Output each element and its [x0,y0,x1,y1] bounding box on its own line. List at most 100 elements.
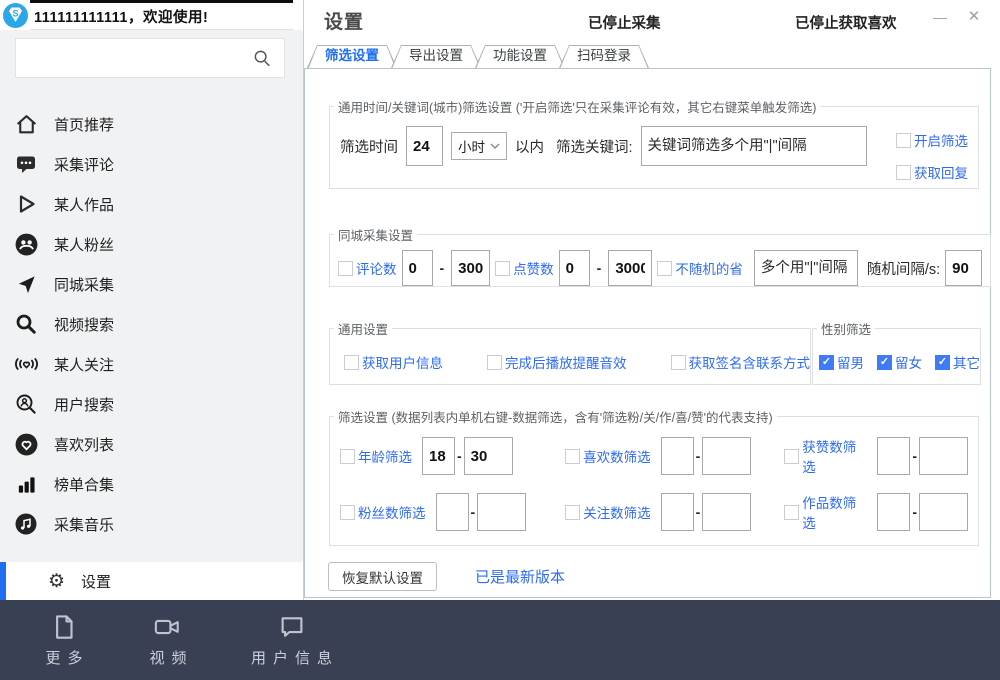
like-min-input[interactable] [559,250,590,286]
enable-filter-checkbox[interactable]: 开启筛选 [896,130,968,150]
follow-broadcast-icon [12,351,40,377]
sidebar: S 111111111111，欢迎使用! 首页推荐 采集评论 [0,0,304,600]
checkbox-box[interactable] [338,261,353,276]
tab-function-settings[interactable]: 功能设置 [475,45,565,68]
comment-count-checkbox[interactable]: 评论数 [338,258,397,278]
get-user-info-checkbox[interactable]: 获取用户信息 [344,352,443,372]
sidebar-item-fans[interactable]: 某人粉丝 [0,224,303,264]
like-count-max-input[interactable] [702,437,751,475]
keep-other-checkbox[interactable]: 其它 [935,352,980,372]
age-max-input[interactable] [464,437,513,475]
sidebar-menu: 首页推荐 采集评论 某人作品 某人粉丝 同城采集 [0,104,303,544]
search-icon[interactable] [252,48,272,68]
praise-filter-checkbox[interactable] [784,449,799,464]
checkbox-box[interactable] [935,355,950,370]
sidebar-item-comments[interactable]: 采集评论 [0,144,303,184]
follow-max-input[interactable] [702,493,751,531]
version-status-link[interactable]: 已是最新版本 [475,566,565,587]
settings-tabs: 筛选设置 导出设置 功能设置 扫码登录 [307,45,643,68]
tab-filter-settings[interactable]: 筛选设置 [307,45,397,68]
home-icon [12,111,40,137]
checkbox-box[interactable] [344,355,359,370]
sidebar-search[interactable] [15,38,285,78]
follow-min-input[interactable] [661,493,694,531]
group-legend: 通用设置 [334,319,392,338]
fixed-province-checkbox[interactable]: 不随机的省 [657,258,743,278]
like-count-checkbox[interactable]: 点赞数 [495,258,554,278]
keep-female-checkbox[interactable]: 留女 [877,352,922,372]
age-min-input[interactable] [422,437,455,475]
comment-icon [12,151,40,177]
fans-count-filter-range: 粉丝数筛选 - [340,493,565,531]
sidebar-item-city[interactable]: 同城采集 [0,264,303,304]
restore-defaults-button[interactable]: 恢复默认设置 [328,562,437,591]
location-arrow-icon [12,271,40,297]
get-replies-checkbox[interactable]: 获取回复 [896,162,968,182]
checkbox-box[interactable] [671,355,686,370]
sidebar-item-home[interactable]: 首页推荐 [0,104,303,144]
checkbox-box[interactable] [657,261,672,276]
like-count-min-input[interactable] [661,437,694,475]
sidebar-item-rankings[interactable]: 榜单合集 [0,464,303,504]
sidebar-item-video-search[interactable]: 视频搜索 [0,304,303,344]
fans-max-input[interactable] [477,493,526,531]
footer-item-video[interactable]: 视频 [140,612,196,668]
praise-max-input[interactable] [919,437,968,475]
comment-min-input[interactable] [402,250,433,286]
footer-item-user-info[interactable]: 用户信息 [244,612,339,668]
comment-max-input[interactable] [451,250,490,286]
time-unit-select[interactable]: 小时 [451,132,507,160]
status-likes: 已停止获取喜欢 [795,12,897,33]
age-filter-checkbox[interactable] [340,449,355,464]
checkbox-box[interactable] [487,355,502,370]
chart-icon [12,471,40,497]
sidebar-item-follows[interactable]: 某人关注 [0,344,303,384]
sidebar-item-works[interactable]: 某人作品 [0,184,303,224]
fans-icon [12,231,40,257]
checkbox-box[interactable] [877,355,892,370]
filter-time-input[interactable] [406,126,443,166]
group-legend: 同城采集设置 [334,225,417,244]
minimize-button[interactable]: — [928,6,952,28]
works-max-input[interactable] [919,493,968,531]
file-icon [49,612,79,642]
sidebar-item-settings[interactable]: ⚙ 设置 [0,562,303,600]
like-count-filter-checkbox[interactable] [565,449,580,464]
play-icon [12,191,40,217]
sidebar-item-likes-list[interactable]: 喜欢列表 [0,424,303,464]
province-input[interactable] [754,250,858,286]
keep-male-checkbox[interactable]: 留男 [819,352,864,372]
checkbox-box[interactable] [896,165,911,180]
interval-input[interactable] [945,250,982,286]
like-max-input[interactable] [608,250,652,286]
range-filter-group: 筛选设置 (数据列表内单机右键-数据筛选，含有'筛选粉/关/作/喜/赞'的代表支… [329,407,979,546]
tab-qr-login[interactable]: 扫码登录 [559,45,649,68]
follow-count-filter-range: 关注数筛选 - [565,493,784,531]
checkbox-box[interactable] [896,133,911,148]
video-search-icon [12,311,40,337]
sidebar-item-user-search[interactable]: 用户搜索 [0,384,303,424]
close-button[interactable]: ✕ [962,6,986,28]
search-input[interactable] [16,39,252,77]
signature-contact-checkbox[interactable]: 获取签名含联系方式 [671,352,811,372]
checkbox-box[interactable] [495,261,510,276]
keyword-input[interactable] [641,126,867,166]
checkbox-box[interactable] [819,355,834,370]
tab-export-settings[interactable]: 导出设置 [391,45,481,68]
follow-filter-checkbox[interactable] [565,505,580,520]
user-search-icon [12,391,40,417]
settings-panel: 通用时间/关键词(城市)筛选设置 ('开启筛选'只在采集评论有效，其它右键菜单触… [304,68,991,598]
footer-item-more[interactable]: 更多 [36,612,92,668]
sidebar-item-music[interactable]: 采集音乐 [0,504,303,544]
works-filter-checkbox[interactable] [784,505,799,520]
city-collect-group: 同城采集设置 评论数 - 点赞数 - 不随机的省 随机间隔/s: [329,225,991,287]
praise-min-input[interactable] [877,437,910,475]
filter-time-label: 筛选时间 [340,136,398,157]
within-label: 以内 [515,136,544,157]
works-min-input[interactable] [877,493,910,531]
play-sound-checkbox[interactable]: 完成后播放提醒音效 [487,352,627,372]
message-icon [277,612,307,642]
music-icon [12,511,40,537]
fans-min-input[interactable] [436,493,469,531]
fans-filter-checkbox[interactable] [340,505,355,520]
